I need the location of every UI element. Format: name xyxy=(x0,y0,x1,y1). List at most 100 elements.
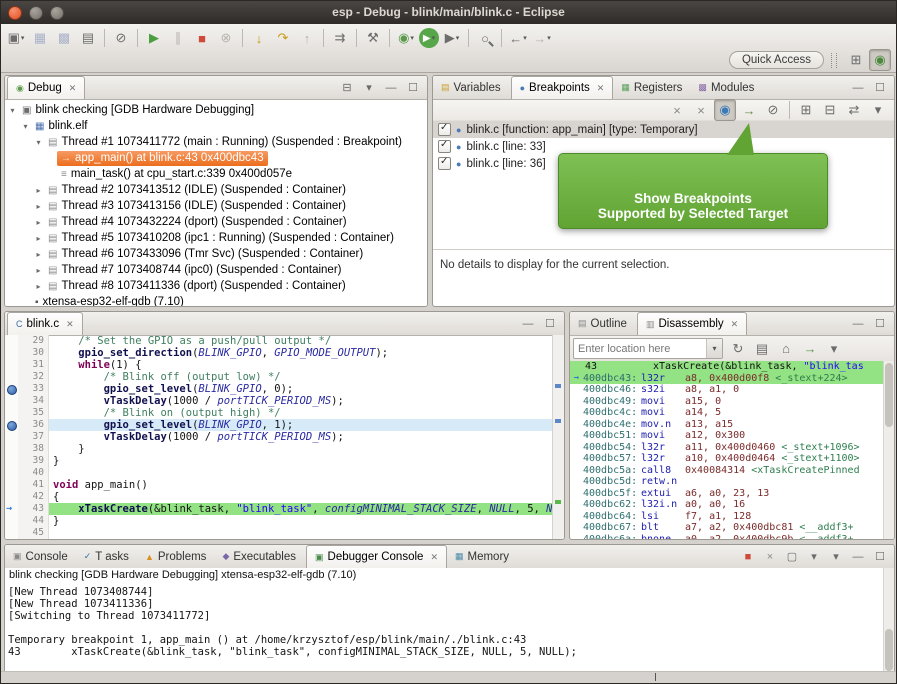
instruction-stepping-icon[interactable]: ⇉ xyxy=(329,27,351,49)
line-number[interactable]: 31 xyxy=(18,359,49,371)
disassembly-listing[interactable]: 43xTaskCreate(&blink_task, "blink_tas→40… xyxy=(570,361,884,539)
disassembly-row[interactable]: 400dbc62:l32i.na0, a0, 16 xyxy=(570,499,884,511)
disassembly-row[interactable]: 400dbc6a:bnonea0, a2, 0x400dbc9b<__addf3… xyxy=(570,534,884,540)
breakpoint-gutter-cell[interactable] xyxy=(5,515,18,527)
terminate-icon[interactable]: ■ xyxy=(191,27,213,49)
disassembly-row[interactable]: 400dbc67:blta7, a2, 0x400dbc81<__addf3+ xyxy=(570,522,884,534)
breakpoint-gutter-cell[interactable] xyxy=(5,395,18,407)
tree-item[interactable]: ▪xtensa-esp32-elf-gdb (7.10) xyxy=(31,295,188,308)
code-text[interactable]: /* Set the GPIO as a push/pull output */ xyxy=(49,335,553,347)
line-number[interactable]: 37 xyxy=(18,431,49,443)
step-return-icon[interactable]: ↑ xyxy=(296,27,318,49)
disconnect-icon[interactable]: ⊗ xyxy=(215,27,237,49)
line-number[interactable]: 36 xyxy=(18,419,49,431)
new-wizard-icon[interactable]: ▣ xyxy=(5,27,27,49)
line-number[interactable]: 39 xyxy=(18,455,49,467)
save-icon[interactable]: ▦ xyxy=(29,27,51,49)
overview-ruler[interactable] xyxy=(552,335,564,539)
breakpoint-gutter-cell[interactable] xyxy=(5,455,18,467)
view-menu-icon[interactable]: ▾ xyxy=(359,78,379,98)
tree-item[interactable]: →app_main() at blink.c:43 0x400dbc43 xyxy=(57,151,268,166)
step-over-icon[interactable]: ↷ xyxy=(272,27,294,49)
save-all-icon[interactable]: ▩ xyxy=(53,27,75,49)
window-close-button[interactable] xyxy=(8,6,22,20)
debug-tree-row[interactable]: ▸▤Thread #2 1073413512 (IDLE) (Suspended… xyxy=(5,182,427,198)
debug-tree-row[interactable]: ▾▤Thread #1 1073411772 (main : Running) … xyxy=(5,134,427,150)
tab-outline[interactable]: ▤Outline xyxy=(570,312,635,335)
tab-breakpoints[interactable]: ●Breakpoints✕ xyxy=(511,76,614,99)
tree-item[interactable]: ▤Thread #8 1073411336 (dport) (Suspended… xyxy=(44,279,350,294)
code-text[interactable]: vTaskDelay(1000 / portTICK_PERIOD_MS); xyxy=(49,395,553,407)
remove-breakpoint-icon[interactable]: × xyxy=(666,99,688,121)
tab-t-asks[interactable]: ✓T asks xyxy=(76,545,137,568)
tree-expander-icon[interactable]: ▾ xyxy=(33,138,44,147)
debug-tree-row[interactable]: →app_main() at blink.c:43 0x400dbc43 xyxy=(5,150,427,166)
code-text[interactable]: } xyxy=(49,455,553,467)
tab-console[interactable]: ▣Console xyxy=(5,545,76,568)
resume-icon[interactable]: ▶ xyxy=(143,27,165,49)
breakpoint-gutter-cell[interactable] xyxy=(5,467,18,479)
close-tab-icon[interactable]: ✕ xyxy=(66,319,74,330)
code-area[interactable]: 29 /* Set the GPIO as a push/pull output… xyxy=(5,335,553,539)
overview-ruler-mark[interactable] xyxy=(555,384,561,388)
tree-item[interactable]: ▤Thread #4 1073432224 (dport) (Suspended… xyxy=(44,215,351,230)
follow-pc-icon[interactable]: → xyxy=(799,338,821,360)
step-into-icon[interactable]: ↓ xyxy=(248,27,270,49)
location-combo-value[interactable]: Enter location here xyxy=(574,343,706,355)
breakpoint-checkbox[interactable] xyxy=(438,157,451,170)
location-combo[interactable]: Enter location here xyxy=(573,338,723,359)
debug-tree-row[interactable]: ▾▣blink checking [GDB Hardware Debugging… xyxy=(5,102,427,118)
breakpoint-checkbox[interactable] xyxy=(438,140,451,153)
breakpoint-checkbox[interactable] xyxy=(438,123,451,136)
tree-item[interactable]: ▤Thread #2 1073413512 (IDLE) (Suspended … xyxy=(44,183,350,198)
suspend-icon[interactable]: ∥ xyxy=(167,27,189,49)
remove-all-breakpoints-icon[interactable]: × xyxy=(690,99,712,121)
window-maximize-button[interactable] xyxy=(50,6,64,20)
line-number[interactable]: 40 xyxy=(18,467,49,479)
breakpoint-gutter-cell[interactable] xyxy=(5,419,18,431)
line-number[interactable]: 33 xyxy=(18,383,49,395)
scrollbar-thumb[interactable] xyxy=(885,629,893,671)
line-number[interactable]: 30 xyxy=(18,347,49,359)
link-with-debug-view-icon[interactable]: ⇄ xyxy=(843,99,865,121)
debug-tree[interactable]: ▾▣blink checking [GDB Hardware Debugging… xyxy=(5,100,427,307)
code-text[interactable]: gpio_set_direction(BLINK_GPIO, GPIO_MODE… xyxy=(49,347,553,359)
tree-item[interactable]: ▤Thread #6 1073433096 (Tmr Svc) (Suspend… xyxy=(44,247,367,262)
debug-perspective-icon[interactable]: ◉ xyxy=(869,49,891,71)
view-menu-icon[interactable]: ▾ xyxy=(823,338,845,360)
breakpoint-gutter-cell[interactable] xyxy=(5,359,18,371)
tab-debugger-console[interactable]: ▣Debugger Console✕ xyxy=(306,545,447,568)
breakpoint-gutter-cell[interactable] xyxy=(5,347,18,359)
tab-registers[interactable]: ▦Registers xyxy=(613,76,690,99)
breakpoint-gutter-cell[interactable] xyxy=(5,479,18,491)
code-text[interactable]: } xyxy=(49,515,553,527)
code-text[interactable]: { xyxy=(49,491,553,503)
disassembly-row[interactable]: 400dbc46:s32ia8, a1, 0 xyxy=(570,384,884,396)
minimize-view-icon[interactable]: — xyxy=(848,314,868,334)
maximize-view-icon[interactable]: ☐ xyxy=(403,78,423,98)
breakpoint-gutter-cell[interactable] xyxy=(5,491,18,503)
code-text[interactable]: gpio_set_level(BLINK_GPIO, 0); xyxy=(49,383,553,395)
forward-icon[interactable]: → xyxy=(531,27,553,49)
minimize-view-icon[interactable]: — xyxy=(518,314,538,334)
breakpoint-row[interactable]: ●blink.c [function: app_main] [type: Tem… xyxy=(433,121,894,138)
breakpoint-gutter-cell[interactable]: → xyxy=(5,503,18,515)
view-menu-icon[interactable]: ▾ xyxy=(867,99,889,121)
tab-disassembly[interactable]: ▥Disassembly✕ xyxy=(637,312,747,335)
close-tab-icon[interactable]: ✕ xyxy=(430,552,438,563)
display-console-menu-icon[interactable]: ▾ xyxy=(804,547,824,567)
run-icon[interactable]: ▶ xyxy=(419,28,439,48)
debug-tree-row[interactable]: ▾▦blink.elf xyxy=(5,118,427,134)
line-number[interactable]: 34 xyxy=(18,395,49,407)
debug-tree-row[interactable]: ▸▤Thread #4 1073432224 (dport) (Suspende… xyxy=(5,214,427,230)
terminate-icon[interactable]: ■ xyxy=(738,547,758,567)
scrollbar-thumb[interactable] xyxy=(885,363,893,427)
collapse-all-icon[interactable]: ⊟ xyxy=(819,99,841,121)
close-tab-icon[interactable]: ✕ xyxy=(69,83,77,94)
build-icon[interactable]: ⚒ xyxy=(362,27,384,49)
tab-variables[interactable]: ▤Variables xyxy=(433,76,509,99)
breakpoint-gutter-cell[interactable] xyxy=(5,527,18,539)
line-number[interactable]: 45 xyxy=(18,527,49,539)
disassembly-row[interactable]: 400dbc4e:mov.na13, a15 xyxy=(570,419,884,431)
open-console-menu-icon[interactable]: ▾ xyxy=(826,547,846,567)
